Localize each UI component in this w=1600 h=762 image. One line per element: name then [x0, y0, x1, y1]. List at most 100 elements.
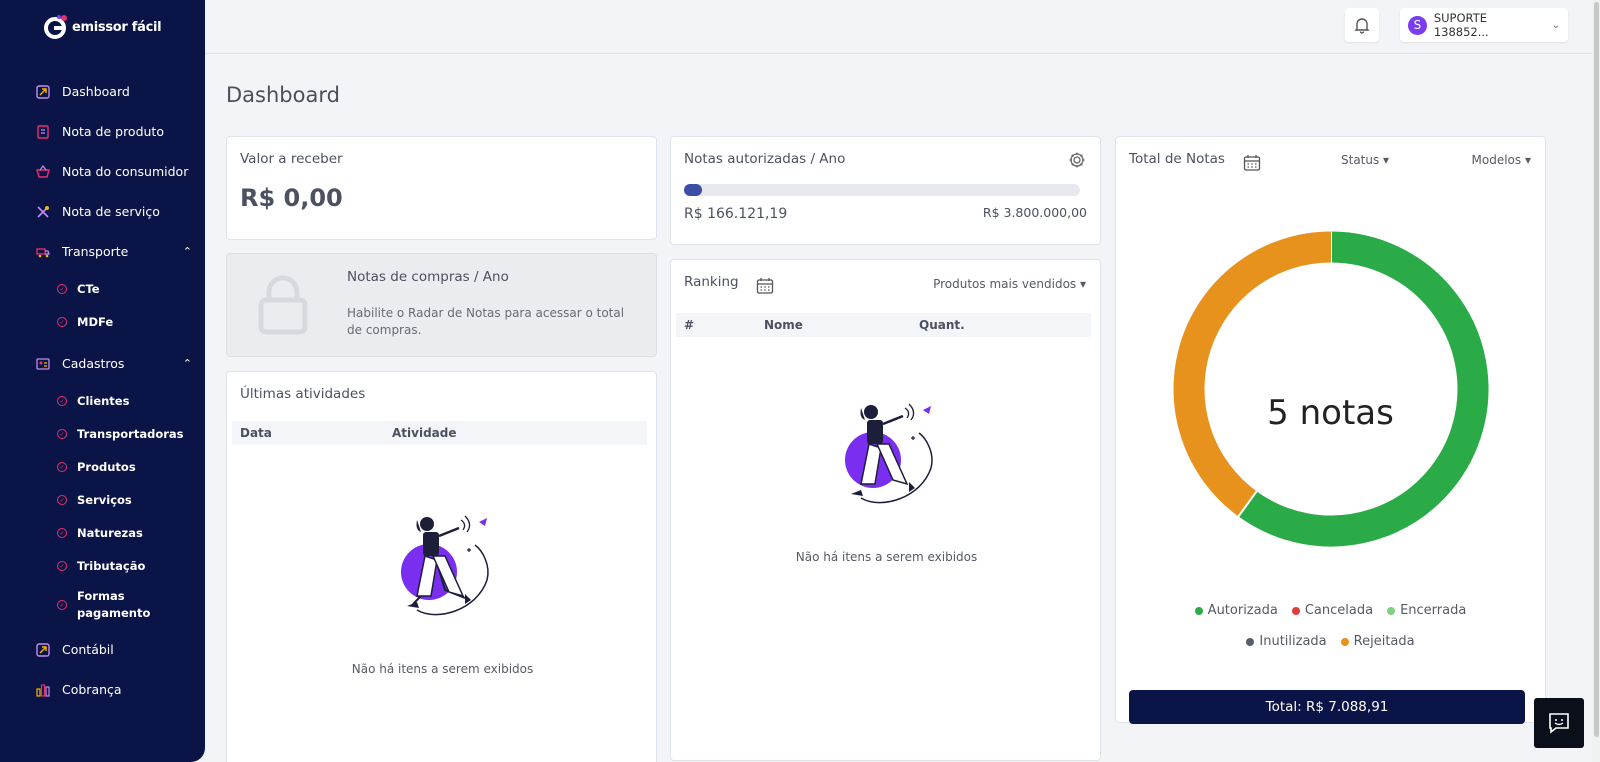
sidebar-subitem-label: Naturezas: [77, 526, 143, 540]
document-icon: [36, 124, 50, 139]
chart-arrow-icon: [36, 642, 50, 657]
user-menu[interactable]: S SUPORTE 138852... ⌄: [1400, 8, 1568, 42]
check-circle-icon: ✓: [57, 495, 67, 505]
sidebar-subitem-produtos[interactable]: ✓ Produtos: [57, 460, 136, 474]
bar-chart-icon: [36, 683, 50, 697]
chevron-down-icon: ⌄: [1551, 19, 1560, 31]
legend-item-autorizada[interactable]: Autorizada: [1194, 603, 1278, 618]
chart-arrow-icon: [36, 84, 50, 99]
avatar: S: [1408, 15, 1427, 35]
notifications-button[interactable]: [1345, 8, 1379, 42]
card-title: Total de Notas: [1129, 151, 1225, 167]
legend-dot: [1340, 637, 1349, 646]
legend-item-inutilizada[interactable]: Inutilizada: [1246, 634, 1327, 649]
top-bar: [205, 0, 1600, 54]
column-header-atividade: Atividade: [392, 426, 457, 440]
legend-item-encerrada[interactable]: Encerrada: [1387, 603, 1466, 618]
sidebar-item-nota-produto[interactable]: Nota de produto: [36, 124, 192, 139]
check-circle-icon: ✓: [57, 561, 67, 571]
calendar-icon[interactable]: [1243, 154, 1261, 172]
chevron-up-icon[interactable]: ⌃: [183, 245, 192, 258]
chat-button[interactable]: [1534, 698, 1584, 748]
check-circle-icon: ✓: [57, 528, 67, 538]
legend-item-cancelada[interactable]: Cancelada: [1291, 603, 1374, 618]
check-circle-icon: ✓: [57, 396, 67, 406]
sidebar-item-label: Cobrança: [62, 682, 122, 697]
status-filter-dropdown[interactable]: Status ▾: [1341, 153, 1389, 167]
sidebar-item-dashboard[interactable]: Dashboard: [36, 84, 192, 99]
sidebar-subitem-naturezas[interactable]: ✓ Naturezas: [57, 526, 143, 540]
donut-chart: [1173, 231, 1489, 547]
sidebar-subitem-label: Clientes: [77, 394, 130, 408]
empty-message: Não há itens a serem exibidos: [351, 662, 534, 676]
sidebar-item-contabil[interactable]: Contábil: [36, 642, 192, 657]
compras-description: Habilite o Radar de Notas para acessar o…: [347, 306, 625, 337]
chat-icon: [1549, 713, 1569, 734]
gear-icon[interactable]: [1068, 151, 1086, 169]
sidebar-subitem-cte[interactable]: ✓ CTe: [57, 282, 100, 296]
total-notas-card: Total de Notas Status ▾ Modelos ▾ 5 nota…: [1115, 136, 1546, 724]
card-title: Valor a receber: [240, 151, 343, 167]
user-name: SUPORTE 138852...: [1433, 11, 1489, 39]
progress-current-value: R$ 166.121,19: [684, 206, 788, 222]
sidebar-item-transporte[interactable]: Transporte ⌃: [36, 244, 192, 259]
bell-icon: [1354, 18, 1370, 34]
sidebar-subitem-label-line2: pagamento: [77, 606, 151, 620]
page-title: Dashboard: [226, 83, 340, 107]
sidebar-subitem-mdfe[interactable]: ✓ MDFe: [57, 315, 113, 329]
column-header-nome: Nome: [764, 318, 803, 332]
legend-dot: [1291, 606, 1300, 615]
sidebar-item-cobranca[interactable]: Cobrança: [36, 682, 192, 697]
legend-label: Autorizada: [1207, 603, 1278, 618]
column-header-quant: Quant.: [919, 318, 965, 332]
logo-icon: [44, 15, 67, 39]
legend-label: Inutilizada: [1259, 634, 1327, 649]
walking-person-illustration: [844, 403, 933, 504]
sidebar-subitem-label: CTe: [77, 282, 100, 296]
sidebar-subitem-servicos[interactable]: ✓ Serviços: [57, 493, 132, 507]
sidebar-item-label: Contábil: [62, 642, 114, 657]
logo[interactable]: emissor fácil: [44, 14, 162, 40]
table-header: Data Atividade: [232, 421, 647, 445]
legend-item-rejeitada[interactable]: Rejeitada: [1340, 634, 1415, 649]
sidebar-item-nota-servico[interactable]: Nota de serviço: [36, 204, 192, 219]
total-value-button[interactable]: Total: R$ 7.088,91: [1129, 690, 1525, 724]
legend-dot: [1194, 606, 1203, 615]
sidebar-item-label: Nota do consumidor: [62, 164, 189, 179]
progress-bar: [684, 184, 1080, 196]
tools-icon: [36, 205, 50, 219]
valor-receber-card: Valor a receber R$ 0,00: [226, 136, 657, 240]
legend-label: Cancelada: [1304, 603, 1374, 618]
progress-fill: [684, 184, 702, 196]
card-title: Últimas atividades: [240, 386, 366, 402]
calendar-icon[interactable]: [756, 277, 774, 295]
sidebar-subitem-label: Tributação: [77, 559, 146, 573]
card-title: Ranking: [684, 274, 739, 290]
check-circle-icon: ✓: [57, 462, 67, 472]
scrollbar-thumb[interactable]: [1594, 2, 1599, 737]
donut-slice-autorizada[interactable]: [1238, 231, 1489, 547]
sidebar-item-label: Nota de serviço: [62, 204, 160, 219]
basket-icon: [36, 164, 50, 179]
empty-state: Não há itens a serem exibidos: [671, 398, 1102, 564]
donut-slice-rejeitada[interactable]: [1173, 231, 1332, 517]
sidebar-subitem-label: Serviços: [77, 493, 132, 507]
empty-state: Não há itens a serem exibidos: [227, 510, 658, 676]
table-header: # Nome Quant.: [676, 313, 1091, 337]
sidebar-item-nota-consumidor[interactable]: Nota do consumidor: [36, 164, 192, 179]
sidebar-subitem-formas-pagamento[interactable]: ✓ Formas pagamento: [57, 588, 150, 622]
modelos-filter-dropdown[interactable]: Modelos ▾: [1472, 153, 1531, 167]
sidebar-item-cadastros[interactable]: Cadastros ⌃: [36, 356, 192, 371]
notas-compras-card: Notas de compras / Ano Habilite o Radar …: [226, 253, 657, 357]
sidebar-subitem-clientes[interactable]: ✓ Clientes: [57, 394, 129, 408]
column-header-data: Data: [240, 426, 272, 440]
sidebar-subitem-label-line1: Formas: [77, 589, 125, 603]
ultimas-atividades-card: Últimas atividades Data Atividade Não há…: [226, 371, 657, 762]
logo-text: emissor fácil: [72, 19, 162, 35]
sidebar: emissor fácil Dashboard Nota de produto …: [0, 0, 205, 762]
sidebar-subitem-tributacao[interactable]: ✓ Tributação: [57, 559, 145, 573]
chevron-up-icon[interactable]: ⌃: [183, 357, 192, 370]
ranking-filter-dropdown[interactable]: Produtos mais vendidos ▾: [933, 277, 1086, 291]
sidebar-subitem-transportadoras[interactable]: ✓ Transportadoras: [57, 427, 184, 441]
legend-label: Rejeitada: [1353, 634, 1415, 649]
